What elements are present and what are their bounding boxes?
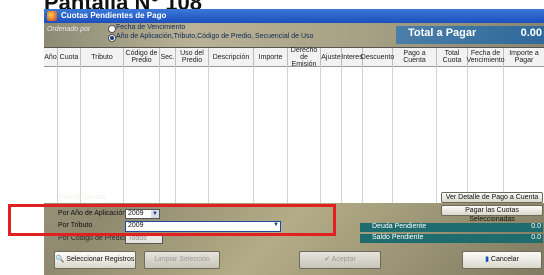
grid-line: [123, 66, 124, 203]
sort-option-anio: Año de Aplicación,Tributo,Código de Pred…: [116, 33, 314, 40]
col-pago-cuenta[interactable]: Pago a Cuenta: [393, 48, 437, 66]
total-derecho: 0.00: [306, 194, 320, 201]
deuda-pendiente-value: 0.0: [531, 223, 541, 230]
col-anio[interactable]: Año: [44, 48, 58, 66]
magnifier-icon: 🔍: [55, 256, 65, 263]
window-title: Cuotas Pendientes de Pago: [61, 11, 167, 20]
total-value: 0.00: [520, 27, 542, 39]
grid-line: [159, 66, 160, 203]
total-deuda-label: Total de Deuda: [58, 194, 106, 201]
col-ajuste[interactable]: Ajuste: [321, 48, 342, 66]
col-uso-predio[interactable]: Uso del Predio: [176, 48, 209, 66]
grid-line: [208, 66, 209, 203]
total-pago-cuenta: 0.00: [417, 194, 431, 201]
total-a-pagar: Total a Pagar 0.00: [396, 26, 544, 44]
filter-predio-label: Por Código de Predio: [58, 235, 125, 242]
grid-line: [392, 66, 393, 203]
col-total-cuota[interactable]: Total Cuota: [437, 48, 468, 66]
col-importe-pagar[interactable]: Importe a Pagar: [504, 48, 544, 66]
total-importe: 0.00: [273, 194, 287, 201]
sort-option-fecha: Fecha de Vencimiento: [116, 24, 186, 31]
aceptar-button[interactable]: ✔ Aceptar: [299, 251, 381, 269]
cuotas-grid[interactable]: Año Cuota Tributo Código de Predio Sec. …: [44, 47, 544, 203]
deuda-pendiente: Deuda Pendiente 0.0: [360, 223, 543, 232]
cancelar-button[interactable]: ▮ Cancelar: [462, 251, 542, 269]
col-importe[interactable]: Importe: [254, 48, 288, 66]
total-label: Total a Pagar: [408, 27, 477, 39]
grid-line: [80, 66, 81, 203]
seleccionar-label: Seleccionar Registros: [66, 256, 135, 263]
cancelar-label: Cancelar: [490, 256, 519, 263]
door-icon: ▮: [485, 256, 489, 263]
app-icon: [47, 11, 57, 21]
col-descripcion[interactable]: Descripción: [209, 48, 254, 66]
limpiar-seleccion-button[interactable]: Limpiar Selección: [144, 251, 220, 269]
col-tributo[interactable]: Tributo: [81, 48, 124, 66]
pagar-cuotas-button[interactable]: Pagar las Cuotas Seleccionadas: [441, 205, 543, 223]
grid-line: [362, 66, 363, 203]
ver-detalle-button[interactable]: Ver Detalle de Pago a Cuenta: [441, 192, 543, 203]
grid-line: [320, 66, 321, 203]
grid-line: [57, 66, 58, 203]
sort-radio-fecha[interactable]: [108, 25, 116, 33]
saldo-pendiente-label: Saldo Pendiente: [372, 234, 424, 241]
sort-label: Ordenado por: [47, 26, 91, 33]
predio-select-value: Todos: [128, 235, 147, 242]
total-descuento: 0.00: [376, 194, 390, 201]
check-icon: ✔: [324, 256, 331, 263]
grid-line: [467, 66, 468, 203]
grid-header: Año Cuota Tributo Código de Predio Sec. …: [44, 47, 544, 68]
saldo-pendiente-value: 0.0: [531, 234, 541, 241]
aceptar-label: Aceptar: [331, 256, 356, 263]
grid-line: [436, 66, 437, 203]
saldo-pendiente: Saldo Pendiente 0.0: [360, 234, 543, 243]
deuda-pendiente-label: Deuda Pendiente: [372, 223, 427, 230]
total-interes: 0.00: [348, 194, 362, 201]
sort-radio-anio[interactable]: [108, 34, 116, 42]
seleccionar-registros-button[interactable]: 🔍 Seleccionar Registros: [54, 251, 136, 269]
col-sec[interactable]: Sec.: [160, 48, 176, 66]
col-descuento[interactable]: Descuento: [361, 48, 394, 66]
highlight-box: [8, 204, 336, 236]
col-derecho-emision[interactable]: Derecho de Emisión: [288, 47, 321, 68]
title-bar: Cuotas Pendientes de Pago: [44, 9, 544, 23]
grid-line: [503, 66, 504, 203]
col-cuota[interactable]: Cuota: [58, 48, 81, 66]
grid-line: [253, 66, 254, 203]
col-codigo-predio[interactable]: Código de Predio: [124, 48, 160, 66]
grid-line: [341, 66, 342, 203]
limpiar-label: Limpiar Selección: [154, 256, 210, 263]
grid-line: [287, 66, 288, 203]
total-ajuste: 0.00: [327, 194, 341, 201]
grid-line: [175, 66, 176, 203]
col-fecha-vencimiento[interactable]: Fecha de Vencimiento: [466, 48, 505, 66]
